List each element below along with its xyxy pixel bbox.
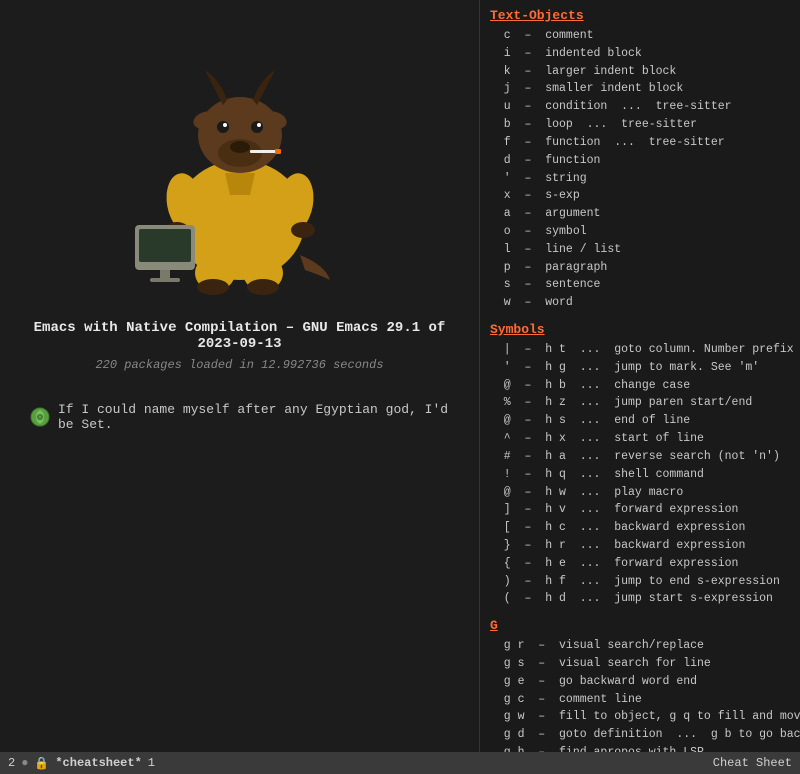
key-item: @ – h s ... end of line <box>490 412 790 430</box>
key-item: u – condition ... tree-sitter <box>490 98 790 116</box>
key-item: b – loop ... tree-sitter <box>490 116 790 134</box>
key-item: l – line / list <box>490 241 790 259</box>
key-item: c – comment <box>490 27 790 45</box>
key-item: g c – comment line <box>490 691 790 709</box>
key-item: } – h r ... backward expression <box>490 537 790 555</box>
key-item: | – h t ... goto column. Number prefix <box>490 341 790 359</box>
key-item: p – paragraph <box>490 259 790 277</box>
emacs-title: Emacs with Native Compilation – GNU Emac… <box>0 320 479 352</box>
key-item: d – function <box>490 152 790 170</box>
key-item: ' – h g ... jump to mark. See 'm' <box>490 359 790 377</box>
key-item: ^ – h x ... start of line <box>490 430 790 448</box>
status-bar: 2 ● 🔒 *cheatsheet* 1 Cheat Sheet <box>0 752 800 774</box>
key-item: g w – fill to object, g q to fill and mo… <box>490 708 790 726</box>
status-filename: *cheatsheet* <box>55 756 141 770</box>
key-item: s – sentence <box>490 276 790 294</box>
key-item: g r – visual search/replace <box>490 637 790 655</box>
quote-line: If I could name myself after any Egyptia… <box>0 402 479 432</box>
key-item: j – smaller indent block <box>490 80 790 98</box>
key-item: a – argument <box>490 205 790 223</box>
section-title: Text-Objects <box>490 8 790 23</box>
key-item: g e – go backward word end <box>490 673 790 691</box>
status-cheatsheet-label: Cheat Sheet <box>713 756 792 770</box>
right-panel[interactable]: Text-Objects c – comment i – indented bl… <box>480 0 800 774</box>
key-item: x – s-exp <box>490 187 790 205</box>
gnu-mascot-image <box>100 20 380 300</box>
key-item: i – indented block <box>490 45 790 63</box>
key-item: o – symbol <box>490 223 790 241</box>
key-item: ' – string <box>490 170 790 188</box>
key-item: f – function ... tree-sitter <box>490 134 790 152</box>
emacs-icon <box>30 407 50 427</box>
key-item: ( – h d ... jump start s-expression <box>490 590 790 608</box>
quote-text: If I could name myself after any Egyptia… <box>58 402 449 432</box>
status-num2: 1 <box>148 756 155 770</box>
key-item: ! – h q ... shell command <box>490 466 790 484</box>
key-item: g d – goto definition ... g b to go back <box>490 726 790 744</box>
status-dot: ● <box>21 756 28 770</box>
key-item: g s – visual search for line <box>490 655 790 673</box>
status-lock-icon: 🔒 <box>34 756 49 771</box>
section-title: Symbols <box>490 322 790 337</box>
key-item: @ – h b ... change case <box>490 377 790 395</box>
key-item: % – h z ... jump paren start/end <box>490 394 790 412</box>
status-num: 2 <box>8 756 15 770</box>
key-item: ] – h v ... forward expression <box>490 501 790 519</box>
key-item: k – larger indent block <box>490 63 790 81</box>
packages-info: 220 packages loaded in 12.992736 seconds <box>95 358 383 372</box>
key-item: { – h e ... forward expression <box>490 555 790 573</box>
key-item: ) – h f ... jump to end s-expression <box>490 573 790 591</box>
key-item: @ – h w ... play macro <box>490 484 790 502</box>
key-item: # – h a ... reverse search (not 'n') <box>490 448 790 466</box>
section-title: G <box>490 618 790 633</box>
key-item: [ – h c ... backward expression <box>490 519 790 537</box>
left-panel: Emacs with Native Compilation – GNU Emac… <box>0 0 480 774</box>
key-item: w – word <box>490 294 790 312</box>
